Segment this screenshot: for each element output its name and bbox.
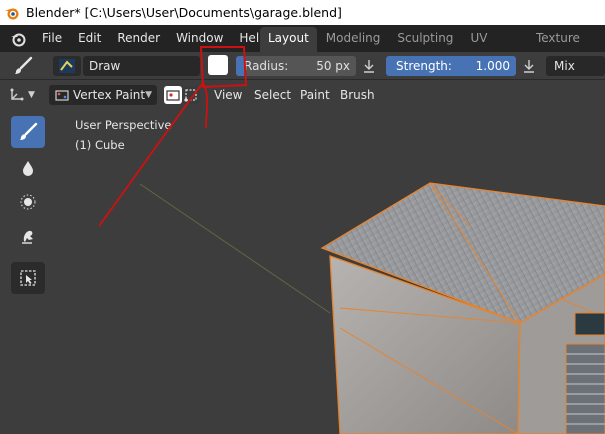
- annotation-arrow: [98, 81, 209, 227]
- highlight-rectangle: [199, 46, 248, 89]
- annotation-overlay: [98, 46, 248, 227]
